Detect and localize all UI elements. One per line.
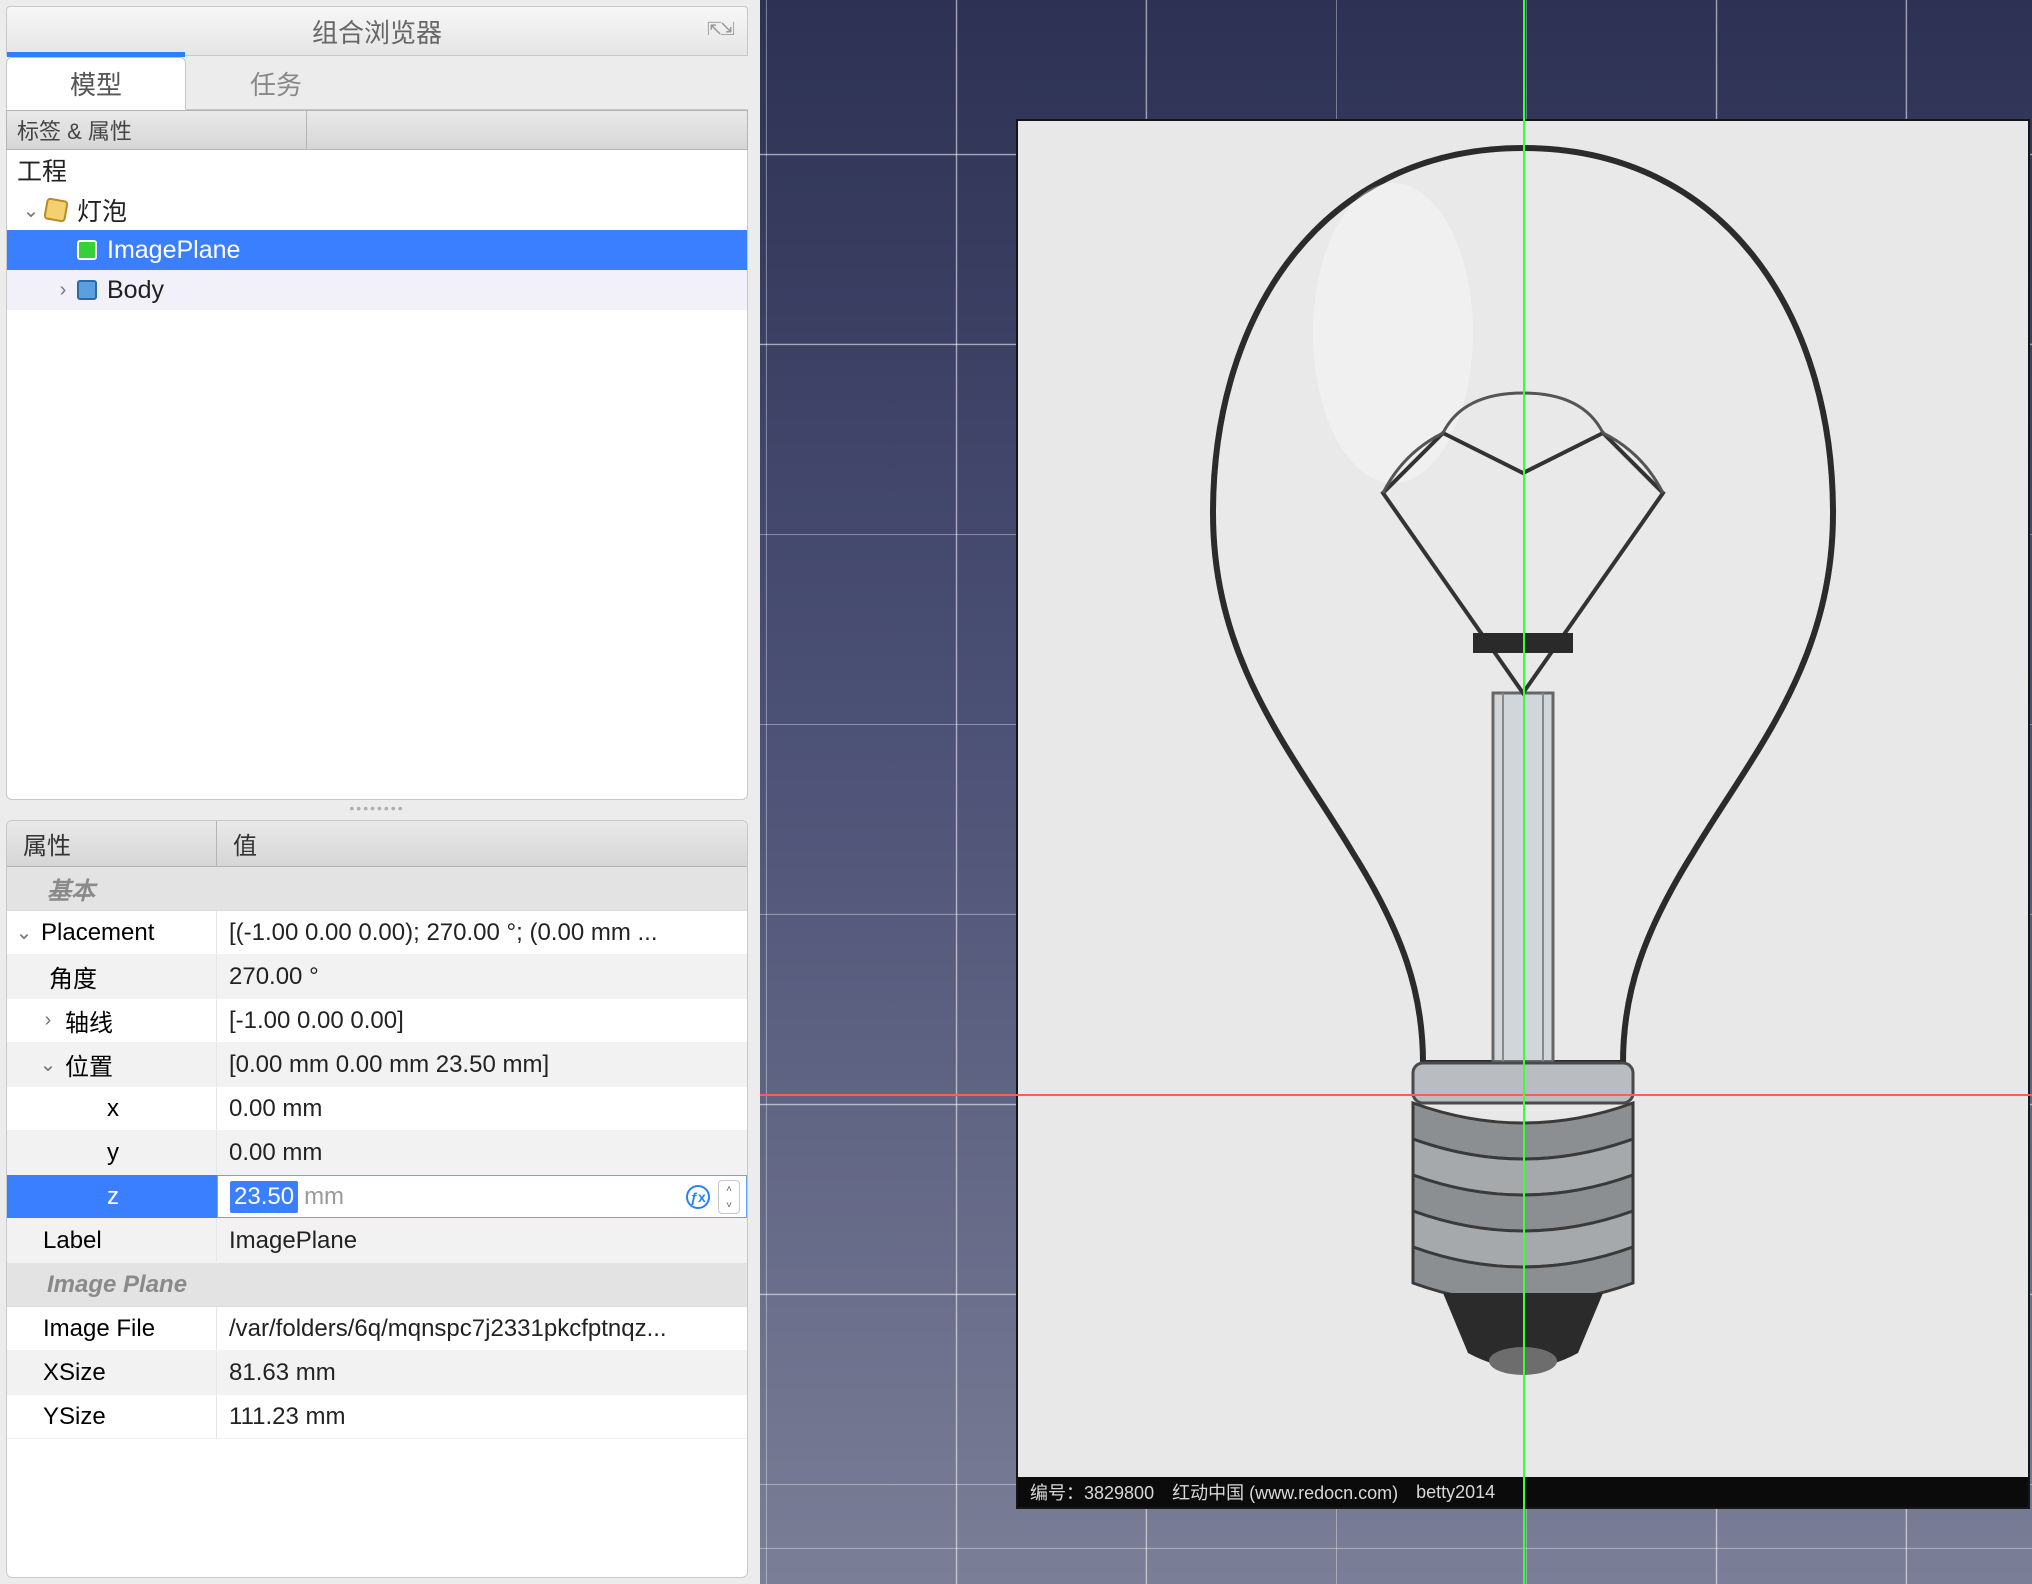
prop-header-val: 值 [217, 821, 747, 866]
prop-image-file[interactable]: Image File /var/folders/6q/mqnspc7j2331p… [7, 1307, 747, 1351]
prop-ysize[interactable]: YSize 111.23 mm [7, 1395, 747, 1439]
body-icon [77, 280, 97, 300]
prop-z[interactable]: z 23.50 mm ƒx ˄˅ [7, 1175, 747, 1219]
chevron-down-icon[interactable]: ⌄ [17, 198, 45, 223]
caption-site: 红动中国 (www.redocn.com) [1172, 1479, 1398, 1505]
section-image-plane: Image Plane [7, 1263, 747, 1307]
axis-y [1523, 0, 1525, 1584]
property-panel: 属性 值 基本 ⌄ Placement [(-1.00 0.00 0.00); … [6, 820, 748, 1578]
tab-tasks[interactable]: 任务 [186, 57, 366, 110]
splitter-handle[interactable]: •••••••• [0, 800, 754, 820]
tree-item-lightbulb[interactable]: ⌄ 灯泡 [7, 190, 747, 230]
prop-position[interactable]: ⌄ 位置 [0.00 mm 0.00 mm 23.50 mm] [7, 1043, 747, 1087]
tree-root-label: 工程 [17, 152, 67, 188]
tree-item-label: ImagePlane [107, 236, 240, 265]
3d-viewport[interactable]: 编号：3829800 红动中国 (www.redocn.com) betty20… [760, 0, 2032, 1584]
image-plane-icon [77, 240, 97, 260]
prop-xsize[interactable]: XSize 81.63 mm [7, 1351, 747, 1395]
chevron-right-icon[interactable]: › [49, 279, 77, 302]
tree-item-imageplane[interactable]: ImagePlane [7, 230, 747, 270]
tree-item-body[interactable]: › Body [7, 270, 747, 310]
tree-header: 标签 & 属性 [6, 110, 748, 150]
tree-item-label: Body [107, 276, 164, 305]
tree-item-label: 灯泡 [77, 192, 127, 228]
prop-y[interactable]: y 0.00 mm [7, 1131, 747, 1175]
tab-model[interactable]: 模型 [6, 57, 186, 110]
prop-header-attr: 属性 [7, 821, 217, 866]
spin-buttons[interactable]: ˄˅ [718, 1180, 740, 1214]
spin-down-icon[interactable]: ˅ [719, 1197, 739, 1213]
caption-id: 编号：3829800 [1030, 1479, 1154, 1505]
expression-icon[interactable]: ƒx [686, 1185, 710, 1209]
spin-up-icon[interactable]: ˄ [719, 1181, 739, 1197]
tree-root[interactable]: 工程 [7, 150, 747, 190]
combo-view-panel: 组合浏览器 ⇱⇲ 模型 任务 标签 & 属性 工程 ⌄ 灯泡 ImagePlan… [0, 0, 760, 1584]
prop-axis[interactable]: › 轴线 [-1.00 0.00 0.00] [7, 999, 747, 1043]
panel-title: 组合浏览器 [312, 13, 442, 50]
chevron-down-icon[interactable]: ⌄ [31, 1052, 65, 1077]
prop-label[interactable]: Label ImagePlane [7, 1219, 747, 1263]
prop-x[interactable]: x 0.00 mm [7, 1087, 747, 1131]
z-value-input[interactable]: 23.50 [230, 1181, 298, 1213]
chevron-right-icon[interactable]: › [31, 1009, 65, 1032]
prop-placement[interactable]: ⌄ Placement [(-1.00 0.00 0.00); 270.00 °… [7, 911, 747, 955]
collapse-icon[interactable]: ⇱⇲ [707, 19, 733, 40]
section-base: 基本 [7, 867, 747, 911]
panel-title-bar: 组合浏览器 ⇱⇲ [6, 6, 748, 56]
tab-strip: 模型 任务 [6, 56, 748, 110]
document-icon [43, 197, 68, 222]
property-header: 属性 值 [7, 821, 747, 867]
model-tree[interactable]: 工程 ⌄ 灯泡 ImagePlane › Body [6, 150, 748, 800]
prop-angle[interactable]: 角度 270.00 ° [7, 955, 747, 999]
tree-header-label: 标签 & 属性 [7, 111, 307, 149]
chevron-down-icon[interactable]: ⌄ [7, 920, 41, 945]
caption-author: betty2014 [1416, 1482, 1495, 1503]
axis-x [760, 1094, 2032, 1096]
